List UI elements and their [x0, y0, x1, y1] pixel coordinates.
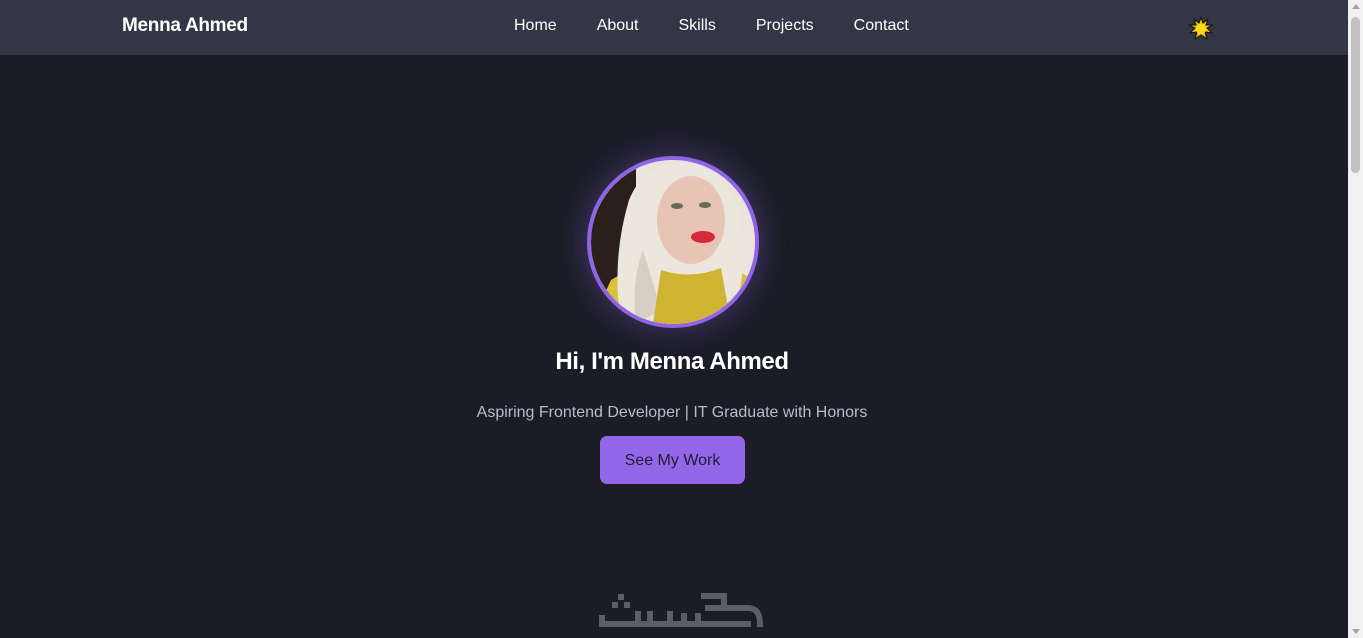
- brand-name[interactable]: Menna Ahmed: [122, 15, 248, 37]
- nav-link-about[interactable]: About: [597, 17, 639, 35]
- nav-links: Home About Skills Projects Contact: [514, 17, 909, 35]
- sun-icon: [1188, 16, 1214, 40]
- theme-toggle-button[interactable]: [1188, 16, 1214, 42]
- hero-subtitle: Aspiring Frontend Developer | IT Graduat…: [476, 404, 868, 421]
- nav-link-contact[interactable]: Contact: [854, 17, 909, 35]
- nav-link-projects[interactable]: Projects: [756, 17, 814, 35]
- portfolio-page: Menna Ahmed Home About Skills Projects C…: [0, 0, 1348, 638]
- profile-avatar: [587, 156, 759, 328]
- navbar: Menna Ahmed Home About Skills Projects C…: [0, 0, 1348, 55]
- nav-link-home[interactable]: Home: [514, 17, 557, 35]
- scrollbar-thumb[interactable]: [1351, 17, 1360, 173]
- hero-title: Hi, I'm Menna Ahmed: [555, 348, 789, 375]
- nav-link-skills[interactable]: Skills: [679, 17, 716, 35]
- profile-photo: [591, 160, 755, 324]
- scroll-up-arrow-icon[interactable]: [1351, 4, 1360, 9]
- khamsat-watermark-logo: [598, 588, 766, 632]
- vertical-scrollbar[interactable]: [1348, 0, 1363, 638]
- see-my-work-button[interactable]: See My Work: [600, 436, 745, 484]
- scroll-down-arrow-icon[interactable]: [1351, 629, 1360, 634]
